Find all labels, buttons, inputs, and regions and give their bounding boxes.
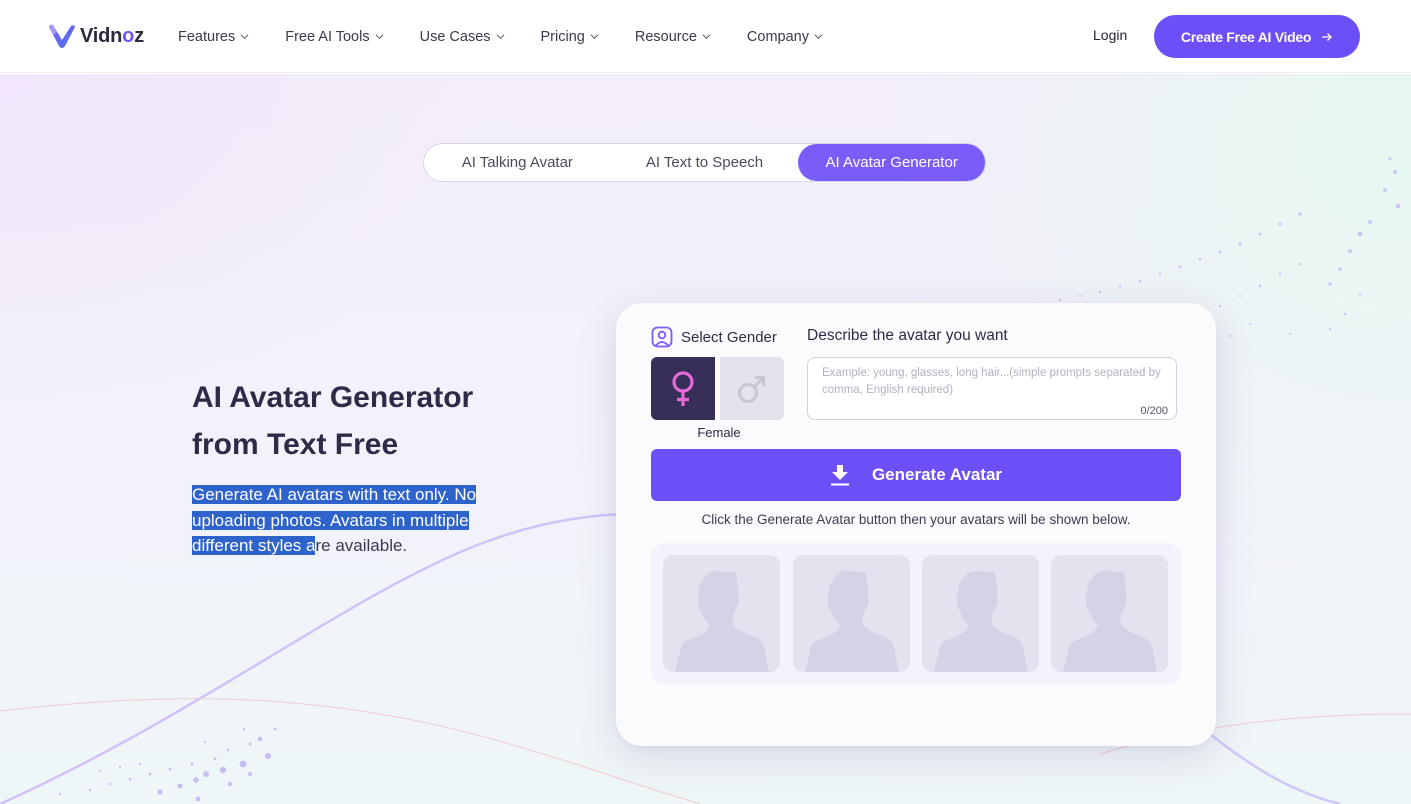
label-text: Select Gender	[681, 328, 777, 346]
vidnoz-logo-icon	[49, 24, 75, 48]
tab-ai-talking-avatar[interactable]: AI Talking Avatar	[424, 144, 611, 181]
generate-label: Generate Avatar	[871, 465, 1003, 484]
site-header: Vidnoz Features Free AI Tools Use Cases …	[0, 0, 1411, 73]
chevron-down-icon	[496, 34, 504, 40]
avatar-placeholder	[793, 555, 910, 672]
logo-wordmark: Vidnoz	[80, 24, 145, 47]
avatar-placeholder	[922, 555, 1039, 672]
cta-label: Create Free AI Video	[1180, 28, 1312, 45]
unselected-text: re available.	[315, 536, 408, 555]
nav-label: Company	[746, 28, 809, 45]
title-line-1: AI Avatar Generator	[192, 381, 474, 414]
hero-description: Generate AI avatars with text only. No u…	[192, 482, 522, 559]
login-link[interactable]: Login	[1093, 27, 1127, 43]
generate-hint: Click the Generate Avatar button then yo…	[701, 512, 1131, 527]
nav-free-ai-tools[interactable]: Free AI Tools	[285, 28, 384, 45]
nav-label: Use Cases	[419, 28, 491, 45]
nav-features[interactable]: Features	[178, 29, 249, 45]
male-symbol-icon	[738, 375, 765, 403]
nav-label: Resource	[634, 28, 697, 45]
describe-label: Describe the avatar you want	[807, 327, 1008, 344]
person-silhouette-icon	[934, 570, 1028, 672]
avatar-placeholder	[1051, 555, 1168, 672]
download-icon	[830, 465, 849, 486]
nav-pricing[interactable]: Pricing	[541, 29, 599, 45]
tab-ai-avatar-generator[interactable]: AI Avatar Generator	[798, 144, 986, 181]
chevron-down-icon	[814, 34, 823, 40]
select-gender-label: Select Gender	[651, 326, 777, 348]
avatar-results-panel	[651, 543, 1181, 685]
generate-avatar-button[interactable]: Generate Avatar	[651, 449, 1181, 501]
nav-label: Pricing	[540, 28, 585, 45]
gender-female-button[interactable]	[651, 357, 715, 420]
title-line-2: from Text Free	[192, 428, 399, 461]
chevron-down-icon	[702, 34, 711, 40]
tool-tabs: AI Talking Avatar AI Text to Speech AI A…	[423, 143, 986, 182]
avatar-placeholder	[663, 555, 780, 672]
female-symbol-icon	[672, 370, 694, 406]
chevron-down-icon	[590, 34, 599, 40]
char-counter: 0/200	[1140, 405, 1168, 417]
gender-male-button[interactable]	[720, 357, 784, 420]
vidnoz-logo[interactable]: Vidnoz	[47, 21, 144, 51]
avatar-description-input[interactable]	[808, 358, 1176, 419]
arrow-right-icon	[1322, 32, 1332, 41]
describe-field-wrapper: 0/200	[807, 357, 1177, 420]
main-nav: Features Free AI Tools Use Cases Pricing…	[178, 0, 859, 73]
person-silhouette-icon	[675, 570, 769, 672]
chevron-down-icon	[375, 34, 384, 40]
avatar-generator-card: Select Gender Female Describe the avatar…	[616, 303, 1216, 746]
nav-use-cases[interactable]: Use Cases	[420, 29, 505, 45]
tab-ai-text-to-speech[interactable]: AI Text to Speech	[611, 144, 799, 181]
nav-company[interactable]: Company	[747, 29, 823, 45]
page-title: AI Avatar Generator from Text Free	[192, 374, 572, 468]
user-portrait-icon	[651, 326, 673, 348]
person-silhouette-icon	[1063, 570, 1157, 672]
nav-label: Free AI Tools	[285, 28, 370, 45]
selected-gender-caption: Female	[697, 425, 741, 440]
nav-resource[interactable]: Resource	[635, 29, 711, 45]
create-free-ai-video-button[interactable]: Create Free AI Video	[1154, 15, 1360, 58]
person-silhouette-icon	[805, 570, 899, 672]
chevron-down-icon	[240, 34, 249, 40]
nav-label: Features	[178, 28, 236, 45]
